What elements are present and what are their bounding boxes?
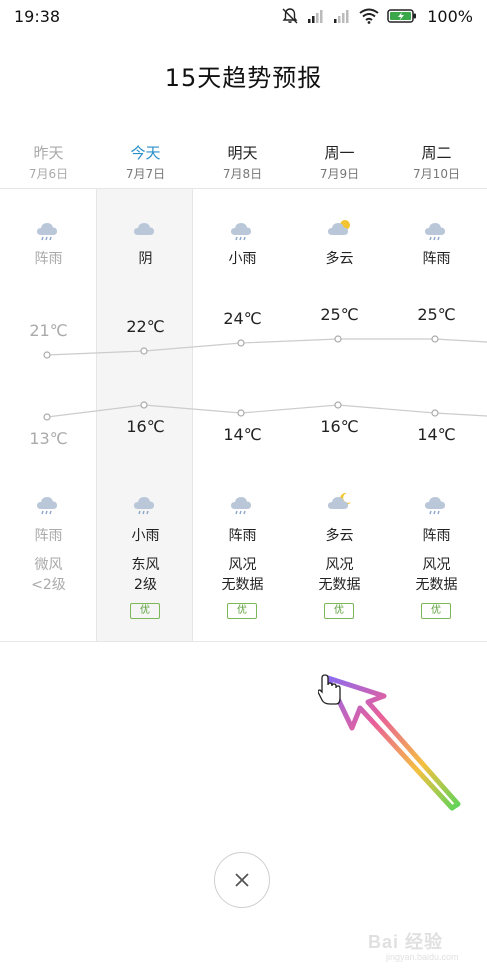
day-name: 今天	[130, 144, 161, 162]
day-condition: 阵雨	[422, 251, 451, 267]
wind-direction: 东风	[131, 557, 160, 573]
close-button[interactable]	[214, 852, 270, 908]
day-name: 周二	[421, 144, 452, 162]
light-rain-icon	[130, 490, 160, 516]
wind-direction: 风况	[228, 557, 257, 573]
shower-icon	[421, 216, 451, 242]
partly-cloudy-icon	[324, 216, 354, 242]
signal-icon	[308, 10, 323, 23]
day-column[interactable]: 周二 7月10日 阵雨 阵雨 风况 无数据优	[388, 130, 485, 642]
night-condition: 小雨	[131, 528, 160, 544]
low-temp-label: 14℃	[417, 425, 456, 444]
high-temp-label: 24℃	[223, 309, 262, 328]
wind-direction: 风况	[422, 557, 451, 573]
mute-bell-icon	[282, 8, 298, 24]
pointer-arrow-icon	[318, 674, 461, 811]
partly-cloudy-night-icon	[324, 490, 354, 516]
high-temp-label: 22℃	[126, 317, 165, 336]
status-time: 19:38	[14, 7, 61, 26]
day-date: 7月7日	[125, 167, 166, 181]
watermark-sub: jingyan.baidu.com	[386, 952, 459, 962]
status-bar: 19:38 100%	[0, 0, 487, 32]
day-condition: 阴	[138, 251, 153, 267]
wind-direction: 微风	[34, 557, 63, 573]
wind-level: 无数据	[415, 577, 458, 593]
aqi-badge: 优	[227, 603, 257, 619]
day-condition: 阵雨	[34, 251, 63, 267]
day-column[interactable]: 周一 7月9日 多云 多云 风况 无数据优	[291, 130, 388, 642]
day-column[interactable]: 昨天 7月6日 阵雨 阵雨 微风 <2级	[0, 130, 97, 642]
battery-charging-icon	[387, 9, 417, 23]
status-icons: 100%	[281, 6, 473, 26]
day-condition: 小雨	[228, 251, 257, 267]
wind-level: 无数据	[318, 577, 361, 593]
watermark-text: Bai 经验	[368, 932, 444, 952]
wifi-icon	[359, 8, 379, 24]
shower-icon	[421, 490, 451, 516]
forecast-page: 19:38 100% 15天趋势预报 昨天 7月6日 阵雨 阵雨 微风 <2级 …	[0, 0, 487, 975]
signal-icon-2	[334, 10, 349, 23]
aqi-badge: 优	[324, 603, 354, 619]
page-title: 15天趋势预报	[164, 64, 323, 92]
day-date: 7月6日	[28, 167, 69, 181]
close-icon	[235, 873, 249, 887]
battery-percent: 100%	[427, 6, 473, 26]
high-temp-label: 25℃	[417, 305, 456, 324]
light-rain-icon	[227, 216, 257, 242]
day-column[interactable]: 今天 7月7日阴小雨东风 2级优	[97, 130, 194, 642]
high-temp-label: 25℃	[320, 305, 359, 324]
low-temp-label: 16℃	[126, 417, 165, 436]
night-condition: 阵雨	[422, 528, 451, 544]
night-condition: 阵雨	[34, 528, 63, 544]
low-temp-label: 13℃	[29, 429, 68, 448]
day-name: 周一	[324, 144, 355, 162]
day-date: 7月9日	[319, 167, 360, 181]
day-name: 明天	[227, 144, 258, 162]
high-temp-label: 21℃	[29, 321, 68, 340]
night-condition: 多云	[325, 528, 354, 544]
wind-level: 无数据	[221, 577, 264, 593]
overcast-icon	[130, 216, 160, 242]
day-date: 7月8日	[222, 167, 263, 181]
wind-level: 2级	[134, 577, 157, 593]
wind-direction: 风况	[325, 557, 354, 573]
low-temp-label: 14℃	[223, 425, 262, 444]
day-date: 7月10日	[413, 167, 460, 181]
wind-level: <2级	[31, 577, 66, 593]
day-column[interactable]: 明天 7月8日小雨阵雨风况无数据优	[194, 130, 291, 642]
baidu-jingyan-watermark: Bai 经验 jingyan.baidu.com	[368, 928, 478, 968]
forecast-grid[interactable]: 昨天 7月6日 阵雨 阵雨 微风 <2级 今天 7月7日阴小雨 东风 2级优明天 7月8日 小雨 阵雨风…	[0, 130, 487, 642]
shower-icon	[227, 490, 257, 516]
aqi-badge: 优	[421, 603, 451, 619]
shower-icon	[33, 216, 63, 242]
aqi-badge: 优	[130, 603, 160, 619]
night-condition: 阵雨	[228, 528, 257, 544]
day-name: 昨天	[33, 144, 64, 162]
low-temp-label: 16℃	[320, 417, 359, 436]
day-condition: 多云	[325, 251, 354, 267]
shower-icon	[33, 490, 63, 516]
